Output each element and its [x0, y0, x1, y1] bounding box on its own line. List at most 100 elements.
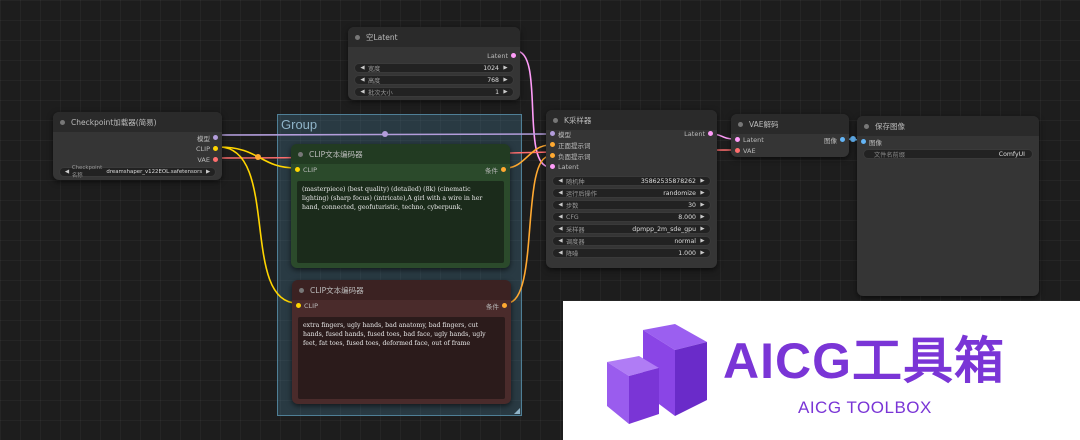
- group-title[interactable]: Group: [281, 117, 317, 132]
- input-slot-vae[interactable]: VAE: [731, 145, 756, 156]
- checkpoint-loader-node[interactable]: Checkpoint加载器(简易) 模型 CLIP VAE ◀ Checkpoi…: [53, 112, 222, 180]
- vae-decode-node[interactable]: VAE解码 Latent VAE 图像: [731, 114, 849, 157]
- decrement-arrow-icon[interactable]: ◀: [557, 190, 564, 196]
- input-slot-clip[interactable]: CLIP: [291, 164, 317, 175]
- sampler-widget[interactable]: ◀ 采样器 dpmpp_2m_sde_gpu ▶: [552, 224, 711, 234]
- conditioning-output-dot-icon[interactable]: [502, 303, 507, 308]
- output-slot-vae[interactable]: VAE: [53, 154, 222, 165]
- input-slot-latent[interactable]: Latent: [546, 161, 579, 172]
- collapse-dot-icon[interactable]: [864, 123, 869, 129]
- aicg-watermark: AICG工具箱 AICG TOOLBOX: [563, 301, 1080, 440]
- increment-arrow-icon[interactable]: ▶: [699, 226, 706, 232]
- decrement-arrow-icon[interactable]: ◀: [64, 169, 70, 175]
- wire-clip-midpoint: [255, 154, 261, 160]
- collapse-dot-icon[interactable]: [299, 287, 304, 293]
- scheduler-widget[interactable]: ◀ 调度器 normal ▶: [552, 236, 711, 246]
- input-slot-clip[interactable]: CLIP: [292, 300, 318, 311]
- negative-prompt-textarea[interactable]: extra fingers, ugly hands, bad anatomy, …: [298, 317, 505, 399]
- collapse-dot-icon[interactable]: [355, 34, 360, 40]
- input-slot-positive[interactable]: 正面提示词: [546, 139, 591, 150]
- latent-output-dot-icon[interactable]: [708, 131, 713, 136]
- output-slot-conditioning[interactable]: 条件: [485, 164, 510, 175]
- increment-arrow-icon[interactable]: ▶: [699, 238, 706, 244]
- group-resize-handle[interactable]: [514, 408, 520, 414]
- decrement-arrow-icon[interactable]: ◀: [359, 89, 366, 95]
- denoise-widget[interactable]: ◀ 降噪 1.000 ▶: [552, 248, 711, 258]
- collapse-dot-icon[interactable]: [553, 117, 558, 123]
- control-after-generate-widget[interactable]: ◀ 运行后操作 randomize ▶: [552, 188, 711, 198]
- node-header[interactable]: K采样器: [546, 110, 717, 130]
- output-slot-clip[interactable]: CLIP: [53, 143, 222, 154]
- positive-input-dot-icon[interactable]: [550, 142, 555, 147]
- decrement-arrow-icon[interactable]: ◀: [557, 238, 564, 244]
- vae-output-dot-icon[interactable]: [213, 157, 218, 162]
- decrement-arrow-icon[interactable]: ◀: [557, 214, 564, 220]
- clip-negative-node[interactable]: CLIP文本编码器 CLIP 条件 extra fingers, ugly ha…: [292, 280, 511, 404]
- increment-arrow-icon[interactable]: ▶: [699, 190, 706, 196]
- cfg-widget[interactable]: ◀ CFG 8.000 ▶: [552, 212, 711, 222]
- slot-label: Latent: [487, 51, 508, 60]
- vae-input-dot-icon[interactable]: [735, 148, 740, 153]
- output-slot-latent[interactable]: Latent: [684, 128, 717, 139]
- output-slot-latent[interactable]: Latent: [348, 50, 520, 61]
- conditioning-output-dot-icon[interactable]: [501, 167, 506, 172]
- seed-widget[interactable]: ◀ 随机种 358625358782​62 ▶: [552, 176, 711, 186]
- increment-arrow-icon[interactable]: ▶: [699, 202, 706, 208]
- decrement-arrow-icon[interactable]: ◀: [359, 65, 366, 71]
- image-output-dot-icon[interactable]: [840, 137, 845, 142]
- model-output-dot-icon[interactable]: [213, 135, 218, 140]
- image-input-dot-icon[interactable]: [861, 139, 866, 144]
- watermark-title: AICG工具箱: [723, 333, 1005, 389]
- batch-size-widget[interactable]: ◀ 批次大小 1 ▶: [354, 87, 514, 97]
- collapse-dot-icon[interactable]: [60, 119, 65, 125]
- collapse-dot-icon[interactable]: [298, 151, 303, 157]
- empty-latent-node[interactable]: 空Latent Latent ◀ 宽度 1024 ▶ ◀ 高度 768 ▶ ◀ …: [348, 27, 520, 100]
- clip-input-dot-icon[interactable]: [296, 303, 301, 308]
- node-header[interactable]: 空Latent: [348, 27, 520, 47]
- decrement-arrow-icon[interactable]: ◀: [359, 77, 366, 83]
- latent-input-dot-icon[interactable]: [735, 137, 740, 142]
- model-input-dot-icon[interactable]: [550, 131, 555, 136]
- input-slot-image[interactable]: 图像: [857, 136, 1039, 147]
- input-slot-latent[interactable]: Latent: [731, 134, 764, 145]
- latent-output-dot-icon[interactable]: [511, 53, 516, 58]
- increment-arrow-icon[interactable]: ▶: [205, 169, 211, 175]
- decrement-arrow-icon[interactable]: ◀: [557, 250, 564, 256]
- node-header[interactable]: Checkpoint加载器(简易): [53, 112, 222, 132]
- width-widget[interactable]: ◀ 宽度 1024 ▶: [354, 63, 514, 73]
- checkpoint-name-combo[interactable]: ◀ Checkpoint名称 dreamshaper_v122EOL.safet…: [59, 165, 216, 179]
- node-header[interactable]: CLIP文本编码器: [291, 144, 510, 164]
- save-image-node[interactable]: 保存图像 图像 文件名前缀 ComfyUI: [857, 116, 1039, 296]
- node-header[interactable]: 保存图像: [857, 116, 1039, 136]
- increment-arrow-icon[interactable]: ▶: [699, 214, 706, 220]
- increment-arrow-icon[interactable]: ▶: [699, 250, 706, 256]
- decrement-arrow-icon[interactable]: ◀: [557, 178, 564, 184]
- positive-prompt-textarea[interactable]: (masterpiece) (best quality) (detailed) …: [297, 181, 504, 263]
- output-slot-conditioning[interactable]: 条件: [486, 300, 511, 311]
- node-canvas[interactable]: Group 空Latent Latent ◀ 宽度 1024 ▶ ◀ 高度 76…: [0, 0, 1080, 440]
- filename-prefix-field[interactable]: 文件名前缀 ComfyUI: [863, 149, 1033, 159]
- collapse-dot-icon[interactable]: [738, 121, 743, 127]
- height-widget[interactable]: ◀ 高度 768 ▶: [354, 75, 514, 85]
- increment-arrow-icon[interactable]: ▶: [699, 178, 706, 184]
- clip-positive-node[interactable]: CLIP文本编码器 CLIP 条件 (masterpiece) (best qu…: [291, 144, 510, 268]
- output-slot-model[interactable]: 模型: [53, 132, 222, 143]
- output-slot-image[interactable]: 图像: [824, 134, 849, 145]
- increment-arrow-icon[interactable]: ▶: [502, 77, 509, 83]
- clip-input-dot-icon[interactable]: [295, 167, 300, 172]
- steps-widget[interactable]: ◀ 步数 30 ▶: [552, 200, 711, 210]
- decrement-arrow-icon[interactable]: ◀: [557, 202, 564, 208]
- increment-arrow-icon[interactable]: ▶: [502, 89, 509, 95]
- input-slot-model[interactable]: 模型: [546, 128, 571, 139]
- node-title: CLIP文本编码器: [310, 285, 364, 295]
- negative-input-dot-icon[interactable]: [550, 153, 555, 158]
- clip-output-dot-icon[interactable]: [213, 146, 218, 151]
- decrement-arrow-icon[interactable]: ◀: [557, 226, 564, 232]
- node-header[interactable]: CLIP文本编码器: [292, 280, 511, 300]
- node-header[interactable]: VAE解码: [731, 114, 849, 134]
- wire-image-midpoint: [850, 136, 856, 142]
- increment-arrow-icon[interactable]: ▶: [502, 65, 509, 71]
- ksampler-node[interactable]: K采样器 Latent 模型 正面提示词 负面提示词 Latent ◀ 随机种 …: [546, 110, 717, 268]
- latent-input-dot-icon[interactable]: [550, 164, 555, 169]
- input-slot-negative[interactable]: 负面提示词: [546, 150, 591, 161]
